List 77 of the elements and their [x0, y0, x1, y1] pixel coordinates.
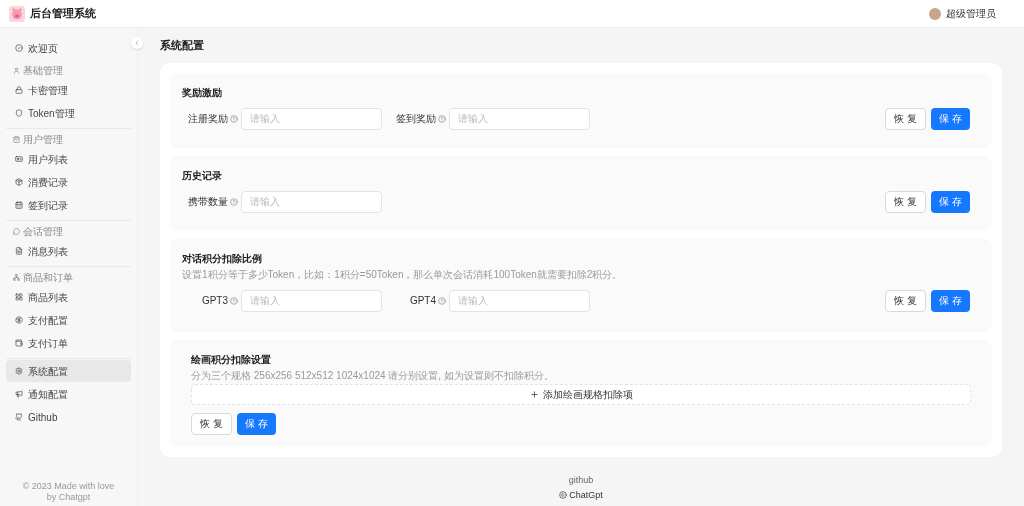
help-icon[interactable] [438, 296, 446, 305]
wallet-icon [15, 339, 23, 347]
page-title: 系统配置 [160, 38, 205, 53]
sidebar-item[interactable]: 欢迎页 [6, 37, 131, 59]
megaphone-icon [15, 390, 23, 398]
add-item-button[interactable]: 添加绘画规格扣除项 [191, 383, 971, 405]
reset-button[interactable]: 恢 复 [885, 289, 927, 312]
sidebar-item[interactable]: 消息列表 [6, 240, 131, 262]
grid-icon [15, 293, 23, 301]
footer-text: © 2023 Made with love [22, 481, 115, 492]
dollar-icon [15, 316, 23, 324]
sidebar-item[interactable]: 通知配置 [6, 383, 131, 405]
copyright-text: ChatGpt [569, 488, 603, 502]
field-label: 签到奖励 [395, 112, 436, 126]
menu-group-title: 商品和订单 [23, 271, 73, 285]
section-description: 设置1积分等于多少Token，比如：1积分=50Token，那么单次会话消耗100Token就需要扣除2积分。 [182, 267, 624, 282]
field-label: 注册奖励 [187, 112, 228, 126]
sidebar-item[interactable]: Github [6, 406, 131, 428]
help-icon[interactable] [230, 197, 238, 206]
sidebar-item[interactable]: 系统配置 [6, 360, 131, 382]
reset-button[interactable]: 恢 复 [885, 190, 927, 213]
sidebar-item[interactable]: 消费记录 [6, 171, 131, 193]
settings-icon [15, 367, 23, 375]
number-field[interactable]: 请输入 [241, 289, 382, 312]
lock-icon [15, 86, 23, 94]
copyright-icon [559, 491, 568, 500]
user-name[interactable]: 超级管理员 [946, 6, 996, 21]
bag-icon [13, 136, 20, 143]
field-label: GPT4 [408, 294, 436, 308]
footer-text: by Chatgpt [46, 492, 91, 503]
field-label: 携带数量 [187, 195, 228, 209]
sidebar-item[interactable]: 签到记录 [6, 194, 131, 216]
help-icon[interactable] [230, 296, 238, 305]
reset-button[interactable]: 恢 复 [885, 107, 927, 130]
section-title: 历史记录 [182, 168, 223, 183]
check-circle-icon [15, 44, 23, 52]
help-icon[interactable] [230, 114, 238, 123]
calendar-icon [15, 201, 23, 209]
sidebar-item[interactable]: 商品列表 [6, 286, 131, 308]
save-button[interactable]: 保 存 [931, 107, 970, 130]
sidebar-item[interactable]: 支付配置 [6, 309, 131, 331]
save-button[interactable]: 保 存 [931, 190, 970, 213]
menu-group-title: 会话管理 [23, 225, 63, 239]
shield-icon [15, 109, 23, 117]
pig-logo-icon [9, 5, 25, 22]
help-icon[interactable] [438, 114, 446, 123]
section-title: 奖励激励 [182, 85, 223, 100]
github-icon [15, 413, 23, 421]
sidebar-item[interactable]: 支付订单 [6, 332, 131, 354]
number-field[interactable]: 请输入 [449, 289, 590, 312]
sidebar-item[interactable]: 用户列表 [6, 148, 131, 170]
menu-group-title: 用户管理 [23, 133, 63, 147]
number-field[interactable]: 请输入 [241, 190, 382, 213]
document-icon [15, 247, 23, 255]
section-description: 分为三个规格 256x256 512x512 1024x1024 请分别设置, 如为设置则不扣除积分。 [191, 368, 555, 383]
avatar[interactable] [929, 7, 941, 20]
chevron-left-icon [133, 39, 141, 47]
sidebar-item[interactable]: 卡密管理 [6, 79, 131, 101]
section-title: 对话积分扣除比例 [182, 251, 263, 266]
reset-button[interactable]: 恢 复 [191, 412, 232, 435]
number-field[interactable]: 请输入 [449, 107, 590, 130]
network-icon [13, 274, 20, 281]
save-button[interactable]: 保 存 [931, 289, 970, 312]
person-icon [13, 67, 20, 74]
package-icon [15, 178, 23, 186]
id-card-icon [15, 155, 23, 163]
collapse-button[interactable] [131, 37, 143, 49]
sidebar-item[interactable]: Token管理 [6, 102, 131, 124]
menu-group-title: 基础管理 [23, 64, 63, 78]
github-link[interactable]: github [568, 474, 594, 488]
section-title: 绘画积分扣除设置 [191, 352, 272, 367]
field-label: GPT3 [200, 294, 228, 308]
save-button[interactable]: 保 存 [236, 412, 276, 435]
number-field[interactable]: 请输入 [241, 107, 382, 130]
chat-icon [13, 228, 20, 235]
plus-icon [529, 389, 539, 399]
app-title: 后台管理系统 [30, 6, 96, 22]
